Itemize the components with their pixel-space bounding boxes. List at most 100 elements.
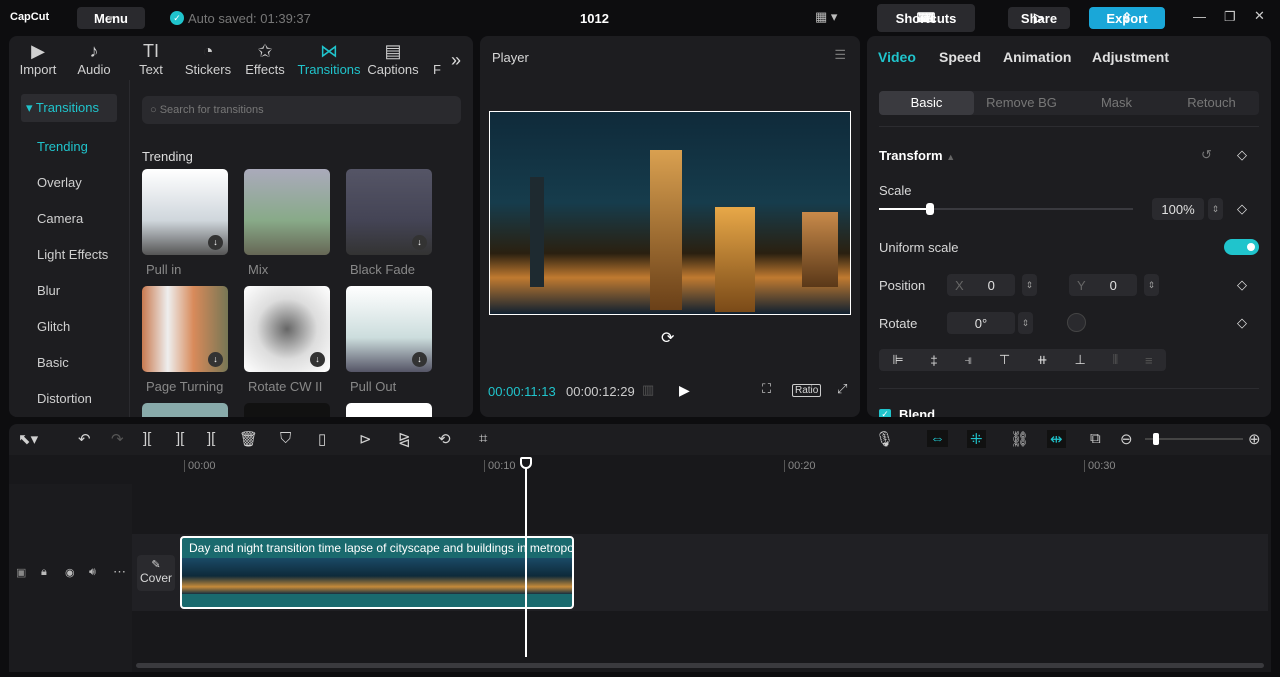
- sidebar-item-trending[interactable]: Trending: [37, 139, 88, 154]
- main-track-magnet-icon[interactable]: ⇔: [927, 430, 948, 447]
- video-preview[interactable]: [489, 111, 851, 315]
- keyframe-icon[interactable]: ◇: [1237, 277, 1247, 293]
- reverse-icon[interactable]: ⊳: [359, 430, 372, 448]
- slider-handle[interactable]: [925, 203, 934, 215]
- scale-input[interactable]: 100%: [1152, 198, 1204, 220]
- more-icon[interactable]: ⋯: [113, 564, 126, 580]
- subtab-retouch[interactable]: Retouch: [1164, 91, 1259, 115]
- transition-thumb-rotate-cw-ii[interactable]: ↓: [244, 286, 330, 372]
- download-icon[interactable]: ↓: [412, 352, 427, 367]
- video-clip[interactable]: Day and night transition time lapse of c…: [180, 536, 574, 609]
- transition-thumb-page-turning[interactable]: ↓: [142, 286, 228, 372]
- align-left-icon[interactable]: ⊫: [892, 352, 903, 368]
- download-icon[interactable]: ↓: [208, 352, 223, 367]
- scale-slider[interactable]: [879, 203, 1133, 215]
- tab-adjustment[interactable]: Adjustment: [1092, 49, 1169, 65]
- more-tabs-icon[interactable]: »: [451, 50, 461, 71]
- keyframe-icon[interactable]: ◇: [1237, 315, 1247, 331]
- subtab-basic[interactable]: Basic: [879, 91, 974, 115]
- align-bottom-icon[interactable]: ⊥: [1074, 352, 1085, 368]
- transition-thumb-pull-in[interactable]: ↓: [142, 169, 228, 255]
- rotate-input[interactable]: 0°: [947, 312, 1015, 334]
- position-y-stepper[interactable]: ⇕: [1144, 274, 1159, 296]
- lock-icon[interactable]: 🔒︎: [41, 566, 47, 579]
- redo-icon[interactable]: ↷: [111, 430, 124, 448]
- align-top-icon[interactable]: ⊤: [999, 352, 1010, 368]
- preview-axis-icon[interactable]: ⇹: [1047, 430, 1066, 448]
- sidebar-item-distortion[interactable]: Distortion: [37, 391, 92, 406]
- reset-icon[interactable]: ↺: [1201, 147, 1212, 163]
- zoom-out-icon[interactable]: ⊖: [1120, 430, 1133, 448]
- zoom-fit-icon[interactable]: ⧉: [1090, 430, 1101, 447]
- visibility-icon[interactable]: ◉: [65, 566, 75, 579]
- transition-thumb[interactable]: [142, 403, 228, 417]
- transition-thumb-pull-out[interactable]: ↓: [346, 286, 432, 372]
- horizontal-scrollbar[interactable]: [136, 663, 1264, 668]
- download-icon[interactable]: ↓: [412, 235, 427, 250]
- position-x-input[interactable]: X0: [947, 274, 1015, 296]
- fullscreen-icon[interactable]: ⤢: [837, 381, 847, 397]
- transition-thumb[interactable]: [244, 403, 330, 417]
- download-icon[interactable]: ↓: [208, 235, 223, 250]
- rotate-icon[interactable]: ⟲: [438, 430, 451, 448]
- sidebar-item-light-effects[interactable]: Light Effects: [37, 247, 108, 262]
- align-middle-icon[interactable]: ⧺: [1037, 352, 1048, 368]
- scale-stepper[interactable]: ⇕: [1208, 198, 1223, 220]
- sidebar-item-glitch[interactable]: Glitch: [37, 319, 70, 334]
- keyframe-icon[interactable]: ◇: [1237, 201, 1247, 217]
- tab-stickers[interactable]: ◔ Stickers: [179, 40, 237, 77]
- sidebar-header-transitions[interactable]: ▾ Transitions: [21, 94, 117, 122]
- sidebar-item-camera[interactable]: Camera: [37, 211, 83, 226]
- auto-snap-icon[interactable]: ⁜: [967, 430, 986, 448]
- player-menu-icon[interactable]: ☰: [834, 47, 846, 63]
- keyframe-icon[interactable]: ◇: [1237, 147, 1247, 163]
- tab-text[interactable]: TI Text: [122, 40, 180, 77]
- crop-icon[interactable]: ⌗: [479, 430, 487, 447]
- export-button[interactable]: ⇪ Export: [1089, 7, 1165, 29]
- transform-heading[interactable]: Transform ▲: [879, 148, 955, 163]
- transition-thumb-black-fade[interactable]: ↓: [346, 169, 432, 255]
- close-icon[interactable]: ✕: [1254, 8, 1265, 24]
- sidebar-item-basic[interactable]: Basic: [37, 355, 69, 370]
- playhead[interactable]: [520, 457, 532, 657]
- delete-icon[interactable]: 🗑: [239, 430, 258, 448]
- sidebar-item-overlay[interactable]: Overlay: [37, 175, 82, 190]
- distribute-v-icon[interactable]: ≡: [1145, 353, 1153, 368]
- minimize-icon[interactable]: —: [1193, 9, 1206, 24]
- download-icon[interactable]: ↓: [310, 352, 325, 367]
- subtab-remove-bg[interactable]: Remove BG: [974, 91, 1069, 115]
- layout-icon[interactable]: ▦ ▾: [815, 9, 837, 25]
- transition-thumb-mix[interactable]: [244, 169, 330, 255]
- uniform-scale-toggle[interactable]: [1224, 239, 1259, 255]
- tab-video[interactable]: Video: [878, 49, 916, 65]
- track-video-icon[interactable]: ▣: [16, 566, 26, 579]
- split-icon[interactable]: ][: [143, 430, 151, 447]
- tab-import[interactable]: ▶ Import: [9, 40, 67, 77]
- select-tool-icon[interactable]: ⬉▾: [18, 430, 38, 448]
- align-right-icon[interactable]: ⫣: [964, 352, 972, 368]
- waveform-icon[interactable]: ▥: [642, 382, 654, 398]
- tab-audio[interactable]: ♪ Audio: [65, 40, 123, 77]
- tab-filters[interactable]: F: [423, 40, 451, 77]
- align-center-h-icon[interactable]: ‡: [930, 353, 937, 368]
- freeze-icon[interactable]: ▯: [318, 430, 326, 448]
- tab-animation[interactable]: Animation: [1003, 49, 1071, 65]
- blend-checkbox[interactable]: ✓: [879, 409, 891, 417]
- rotate-stepper[interactable]: ⇕: [1018, 312, 1033, 334]
- restore-icon[interactable]: ❐: [1224, 9, 1236, 25]
- position-x-stepper[interactable]: ⇕: [1022, 274, 1037, 296]
- link-icon[interactable]: ⛓: [1010, 430, 1029, 448]
- share-button[interactable]: ▷ Share: [1008, 7, 1070, 29]
- menu-button[interactable]: Menu ▾: [77, 7, 145, 29]
- split-right-icon[interactable]: ][: [207, 430, 215, 447]
- rotate-handle-icon[interactable]: ⟳: [661, 328, 674, 348]
- marker-icon[interactable]: ⛉: [280, 430, 291, 447]
- search-input[interactable]: ○ Search for transitions: [142, 96, 461, 124]
- undo-icon[interactable]: ↶: [78, 430, 91, 448]
- microphone-icon[interactable]: 🎙: [875, 430, 894, 448]
- distribute-h-icon[interactable]: ⦀: [1113, 352, 1119, 368]
- position-y-input[interactable]: Y0: [1069, 274, 1137, 296]
- shortcuts-button[interactable]: ⌨ Shortcuts: [877, 4, 975, 32]
- tab-effects[interactable]: ✩ Effects: [236, 40, 294, 77]
- mirror-icon[interactable]: ⧎: [398, 430, 411, 448]
